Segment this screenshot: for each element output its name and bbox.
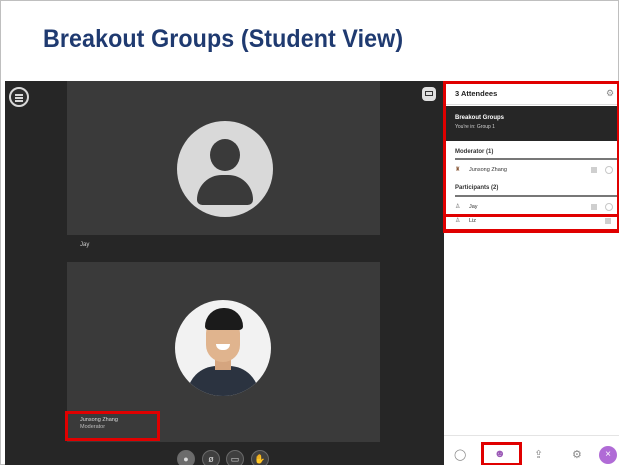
chat-icon[interactable]: ◯ <box>454 448 466 461</box>
layout-icon[interactable] <box>422 87 436 101</box>
default-avatar-icon <box>177 121 273 217</box>
highlight-attendees-tab <box>481 442 522 465</box>
slide: Breakout Groups (Student View) Jay Junso… <box>0 0 619 465</box>
settings-icon[interactable]: ⚙ <box>572 448 582 461</box>
my-status-icon[interactable]: ● <box>177 450 195 465</box>
panel-footer-tabs: ◯ ☻ ⇪ ⚙ × <box>444 435 619 465</box>
mic-muted-icon[interactable]: ø <box>202 450 220 465</box>
session-menu-icon[interactable]: × <box>599 446 617 464</box>
video-tile-jay <box>67 81 380 235</box>
highlight-liz-row <box>443 214 619 232</box>
slide-title: Breakout Groups (Student View) <box>43 25 404 53</box>
hand-icon[interactable]: ✋ <box>251 450 269 465</box>
profile-photo <box>175 300 271 396</box>
camera-off-icon[interactable]: ▭ <box>226 450 244 465</box>
highlight-attendees-panel <box>443 81 619 233</box>
tile-name-jay: Jay <box>80 242 90 248</box>
menu-icon[interactable] <box>9 87 29 107</box>
highlight-moderator-name <box>65 411 160 441</box>
share-icon[interactable]: ⇪ <box>534 448 543 461</box>
